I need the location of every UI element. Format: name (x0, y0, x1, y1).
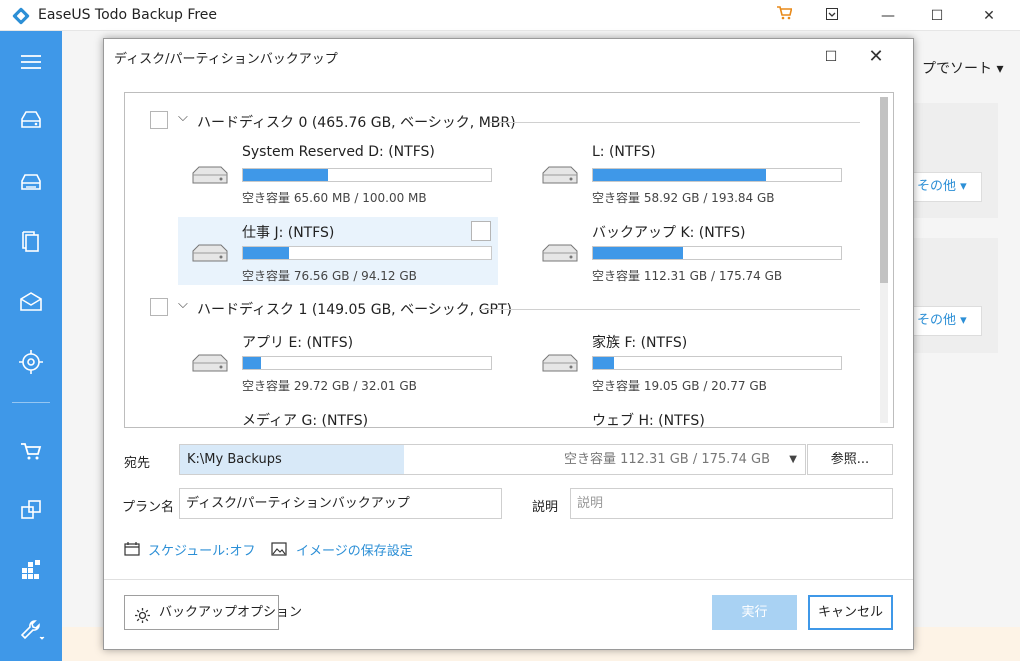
partition-item[interactable]: ウェブ H: (NTFS) (528, 405, 848, 428)
calendar-icon (124, 542, 140, 556)
clone-icon[interactable] (16, 495, 46, 525)
description-label: 説明 (532, 500, 559, 515)
disk-checkbox[interactable] (150, 111, 168, 129)
partition-item[interactable]: メディア G: (NTFS) (178, 405, 498, 428)
destination-field[interactable]: K:\My Backups 空き容量 112.31 GB / 175.74 GB… (179, 444, 806, 475)
partition-name: L: (NTFS) (592, 144, 656, 160)
chevron-down-icon[interactable]: ⌵ (178, 110, 188, 125)
destination-path: K:\My Backups (180, 445, 404, 474)
partition-item[interactable]: アプリ E: (NTFS) 空き容量 29.72 GB / 32.01 GB (178, 327, 498, 395)
run-button[interactable]: 実行 (712, 595, 797, 630)
hard-drive-icon (190, 165, 230, 187)
schedule-link[interactable]: スケジュール:オフ (148, 540, 255, 559)
hard-drive-icon (540, 353, 580, 375)
sort-label: プでソート (922, 61, 992, 77)
dialog-maximize-button[interactable]: ☐ (817, 43, 845, 71)
hard-drive-icon (540, 165, 580, 187)
partition-name: ウェブ H: (NTFS) (592, 413, 705, 428)
description-input[interactable]: 説明 (570, 488, 893, 519)
partition-name: メディア G: (NTFS) (242, 413, 369, 428)
plan-name-label: プラン名 (122, 500, 175, 515)
sidebar (0, 31, 62, 661)
wrench-icon[interactable] (16, 615, 46, 645)
browse-button[interactable]: 参照... (807, 444, 893, 475)
partition-capacity: 空き容量 58.92 GB / 193.84 GB (592, 191, 775, 205)
partition-item[interactable]: L: (NTFS) 空き容量 58.92 GB / 193.84 GB (528, 139, 848, 207)
partition-item[interactable]: System Reserved D: (NTFS) 空き容量 65.60 MB … (178, 139, 498, 207)
usage-bar (592, 246, 842, 260)
sidebar-divider (12, 402, 50, 403)
sort-dropdown[interactable]: プでソート ▾ (922, 58, 1003, 78)
smart-backup-icon[interactable] (16, 347, 46, 377)
minimize-button[interactable]: — (875, 4, 901, 28)
partition-capacity: 空き容量 112.31 GB / 175.74 GB (592, 269, 783, 283)
main-titlebar: EaseUS Todo Backup Free — ☐ ✕ (0, 0, 1020, 31)
close-button[interactable]: ✕ (976, 4, 1002, 28)
hard-drive-icon (540, 243, 580, 265)
backup-options-label: バックアップオプション (159, 605, 303, 620)
destination-free-space: 空き容量 112.31 GB / 175.74 GB (563, 452, 770, 467)
cart-icon[interactable] (771, 4, 797, 28)
vertical-scrollbar[interactable] (880, 97, 888, 423)
menu-icon[interactable] (16, 47, 46, 77)
hard-drive-icon (190, 243, 230, 265)
footer-divider (104, 579, 913, 580)
divider (480, 309, 860, 310)
other-label: その他 (917, 313, 957, 328)
partition-capacity: 空き容量 29.72 GB / 32.01 GB (242, 379, 417, 393)
maximize-button[interactable]: ☐ (924, 4, 950, 28)
disk-partition-list: ⌵ ハードディスク 0 (465.76 GB, ベーシック, MBR) Syst… (124, 92, 894, 428)
partition-checkbox[interactable] (471, 221, 491, 241)
dropdown-arrow-icon[interactable]: ▼ (789, 445, 797, 474)
partition-name: System Reserved D: (NTFS) (242, 144, 435, 160)
cancel-button[interactable]: キャンセル (808, 595, 893, 630)
gear-icon (134, 604, 151, 623)
dialog-title: ディスク/パーティションバックアップ (114, 52, 338, 67)
disk-checkbox[interactable] (150, 298, 168, 316)
system-backup-icon[interactable] (16, 167, 46, 197)
backup-options-button[interactable]: バックアップオプション (124, 595, 302, 630)
partition-capacity: 空き容量 76.56 GB / 94.12 GB (242, 269, 417, 283)
usage-bar (242, 168, 492, 182)
chevron-down-icon[interactable]: ⌵ (178, 297, 188, 312)
partition-name: 家族 F: (NTFS) (592, 335, 688, 351)
other-label: その他 (917, 179, 957, 194)
file-backup-icon[interactable] (16, 227, 46, 257)
easeus-logo-icon (12, 7, 30, 25)
usage-bar (592, 168, 842, 182)
disk-header: ⌵ ハードディスク 0 (465.76 GB, ベーシック, MBR) (150, 110, 860, 133)
disk-backup-icon[interactable] (16, 107, 46, 137)
other-menu-button[interactable]: その他 ▾ (912, 306, 982, 336)
tools-grid-icon[interactable] (16, 554, 46, 584)
partition-item[interactable]: 家族 F: (NTFS) 空き容量 19.05 GB / 20.77 GB (528, 327, 848, 395)
usage-bar (242, 246, 492, 260)
partition-item[interactable]: バックアップ K: (NTFS) 空き容量 112.31 GB / 175.74… (528, 217, 848, 285)
disk-label: ハードディスク 1 (149.05 GB, ベーシック, GPT) (197, 302, 513, 318)
plan-name-input[interactable]: ディスク/パーティションバックアップ (179, 488, 502, 519)
usage-bar (242, 356, 492, 370)
dropdown-box-icon[interactable] (819, 4, 845, 28)
partition-item-selected[interactable]: 仕事 J: (NTFS) 空き容量 76.56 GB / 94.12 GB (178, 217, 498, 285)
divider (490, 122, 860, 123)
image-icon (271, 542, 287, 556)
image-save-settings-link[interactable]: イメージの保存設定 (296, 540, 413, 559)
disk-partition-backup-dialog: ディスク/パーティションバックアップ ☐ ✕ ⌵ ハードディスク 0 (465.… (103, 38, 914, 650)
other-menu-button[interactable]: その他 ▾ (912, 172, 982, 202)
usage-bar (592, 356, 842, 370)
partition-name: バックアップ K: (NTFS) (592, 225, 746, 241)
destination-label: 宛先 (124, 456, 151, 471)
partition-capacity: 空き容量 19.05 GB / 20.77 GB (592, 379, 767, 393)
partition-name: アプリ E: (NTFS) (242, 335, 354, 351)
disk-label: ハードディスク 0 (465.76 GB, ベーシック, MBR) (197, 115, 516, 131)
disk-header: ⌵ ハードディスク 1 (149.05 GB, ベーシック, GPT) (150, 297, 860, 320)
cart-icon[interactable] (16, 436, 46, 466)
dialog-close-button[interactable]: ✕ (862, 43, 890, 71)
app-title: EaseUS Todo Backup Free (38, 7, 218, 23)
hard-drive-icon (190, 353, 230, 375)
partition-capacity: 空き容量 65.60 MB / 100.00 MB (242, 191, 427, 205)
partition-name: 仕事 J: (NTFS) (242, 225, 335, 241)
scrollbar-thumb[interactable] (880, 97, 888, 283)
mail-backup-icon[interactable] (16, 287, 46, 317)
